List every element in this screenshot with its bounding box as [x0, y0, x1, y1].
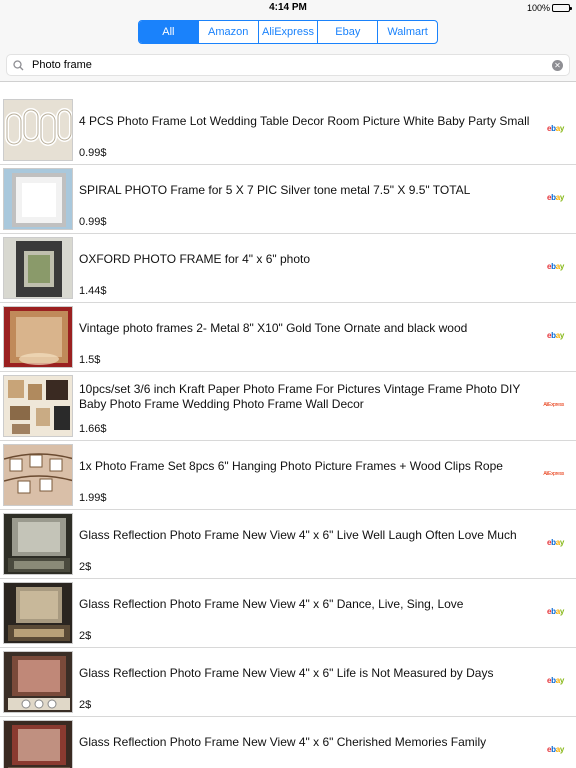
aliexpress-logo-icon: AliExpress [543, 402, 564, 408]
clear-search-icon[interactable]: ✕ [552, 59, 563, 71]
list-item[interactable]: Glass Reflection Photo Frame New View 4"… [0, 648, 576, 717]
product-price: 1.99$ [79, 492, 107, 504]
ebay-logo-icon: ebay [546, 193, 564, 202]
ebay-logo-icon: ebay [546, 538, 564, 547]
ebay-logo-icon: ebay [546, 745, 564, 754]
status-bar: 4:14 PM 100% [0, 0, 576, 16]
product-thumbnail [3, 444, 73, 506]
product-title: Glass Reflection Photo Frame New View 4"… [79, 665, 494, 680]
list-item[interactable]: 1x Photo Frame Set 8pcs 6" Hanging Photo… [0, 441, 576, 510]
product-thumbnail [3, 99, 73, 161]
list-item[interactable]: 4 PCS Photo Frame Lot Wedding Table Deco… [0, 96, 576, 165]
status-time: 4:14 PM [269, 2, 307, 13]
list-item[interactable]: Glass Reflection Photo Frame New View 4"… [0, 579, 576, 648]
battery-percentage: 100% [526, 3, 550, 13]
ebay-logo-icon: ebay [546, 676, 564, 685]
search-input[interactable] [32, 59, 552, 71]
search-icon [13, 59, 24, 71]
list-item[interactable]: OXFORD PHOTO FRAME for 4" x 6" photo 1.4… [0, 234, 576, 303]
tab-amazon[interactable]: Amazon [199, 21, 259, 43]
ebay-logo-icon: ebay [546, 331, 564, 340]
battery-icon [552, 4, 572, 12]
product-title: 4 PCS Photo Frame Lot Wedding Table Deco… [79, 113, 530, 128]
product-thumbnail [3, 582, 73, 644]
product-title: Glass Reflection Photo Frame New View 4"… [79, 527, 517, 542]
product-price: 2$ [79, 630, 92, 642]
product-thumbnail [3, 306, 73, 368]
results-list: 4 PCS Photo Frame Lot Wedding Table Deco… [0, 96, 576, 768]
product-thumbnail [3, 237, 73, 299]
tab-all[interactable]: All [139, 21, 199, 43]
product-thumbnail [3, 720, 73, 768]
product-price: 0.99$ [79, 147, 107, 159]
ebay-logo-icon: ebay [546, 607, 564, 616]
tab-walmart[interactable]: Walmart [378, 21, 437, 43]
search-bar: ✕ [6, 54, 570, 76]
product-thumbnail [3, 651, 73, 713]
product-price: 2$ [79, 561, 92, 573]
product-title: Glass Reflection Photo Frame New View 4"… [79, 596, 464, 611]
product-title: 1x Photo Frame Set 8pcs 6" Hanging Photo… [79, 458, 503, 473]
product-title: 10pcs/set 3/6 inch Kraft Paper Photo Fra… [79, 382, 521, 411]
battery-indicator: 100% [526, 3, 572, 13]
store-filter-segmented-control: All Amazon AliExpress Ebay Walmart [138, 20, 438, 44]
product-price: 0.99$ [79, 216, 107, 228]
product-thumbnail [3, 168, 73, 230]
list-item[interactable]: Glass Reflection Photo Frame New View 4"… [0, 717, 576, 768]
product-price: 1.44$ [79, 285, 107, 297]
product-title: OXFORD PHOTO FRAME for 4" x 6" photo [79, 251, 311, 266]
aliexpress-logo-icon: AliExpress [543, 471, 564, 477]
product-title: Glass Reflection Photo Frame New View 4"… [79, 734, 487, 749]
product-price: 1.5$ [79, 354, 101, 366]
product-price: 2$ [79, 699, 92, 711]
product-title: Vintage photo frames 2- Metal 8" X10" Go… [79, 320, 468, 335]
ebay-logo-icon: ebay [546, 124, 564, 133]
product-thumbnail [3, 513, 73, 575]
product-price: 1.66$ [79, 423, 107, 435]
tab-aliexpress[interactable]: AliExpress [259, 21, 319, 43]
ebay-logo-icon: ebay [546, 262, 564, 271]
list-item[interactable]: Glass Reflection Photo Frame New View 4"… [0, 510, 576, 579]
list-item[interactable]: SPIRAL PHOTO Frame for 5 X 7 PIC Silver … [0, 165, 576, 234]
product-thumbnail [3, 375, 73, 437]
list-item[interactable]: 10pcs/set 3/6 inch Kraft Paper Photo Fra… [0, 372, 576, 441]
header: All Amazon AliExpress Ebay Walmart ✕ [0, 16, 576, 82]
product-title: SPIRAL PHOTO Frame for 5 X 7 PIC Silver … [79, 182, 471, 197]
list-item[interactable]: Vintage photo frames 2- Metal 8" X10" Go… [0, 303, 576, 372]
tab-ebay[interactable]: Ebay [318, 21, 379, 43]
